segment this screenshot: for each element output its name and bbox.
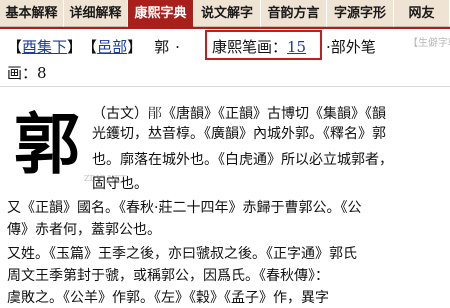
bracket-close-2: 】 bbox=[127, 38, 143, 56]
tab-etymology[interactable]: 字源字形 bbox=[327, 0, 394, 27]
bu-wai-label: 部外笔 bbox=[330, 38, 376, 56]
entry-line: 傳》赤者何，蓋郭公也。 bbox=[7, 222, 161, 238]
entry-line: 虞敗之。《公羊》作郭。《左》《穀》《孟子》作，異字 bbox=[7, 290, 329, 306]
watermark-top: 【生僻字转 bbox=[408, 38, 450, 49]
entry-line: 也。廓落在城外也。《白虎通》所以必立城郭者， bbox=[92, 152, 393, 168]
tab-basic[interactable]: 基本解释 bbox=[0, 0, 64, 27]
tab-phonology[interactable]: 音韵方言 bbox=[261, 0, 327, 27]
entry-line: 周文王季第封于虢，或稱郭公，因爲氏。《春秋傳》： bbox=[7, 268, 329, 284]
kangxi-strokes: 康熙笔画：15 bbox=[212, 36, 306, 57]
tab-bar: 基本解释 详细解释 康熙字典 说文解字 音韵方言 字源字形 网友 bbox=[0, 0, 450, 27]
entry-line: 又姓。《玉篇》王季之後，亦曰虢叔之後。《正字通》郭氏 bbox=[7, 246, 357, 262]
entry-line: （古文）𨛡《唐韻》《正韻》古博切《集韻》《韻 bbox=[92, 106, 386, 122]
bracket-close: 】 bbox=[67, 38, 83, 56]
entry-line: 光鑊切，𠀤音椁。《廣韻》內城外郭。《釋名》郭 bbox=[92, 126, 386, 142]
tab-shuowen[interactable]: 说文解字 bbox=[194, 0, 261, 27]
ji-link[interactable]: 酉集下 bbox=[22, 36, 67, 57]
entry-line: 固守也。 bbox=[92, 176, 148, 192]
entry-header-line: 【酉集下】【邑部】郭 · bbox=[7, 36, 180, 60]
separator: · bbox=[175, 37, 180, 56]
header-char: 郭 bbox=[154, 38, 170, 56]
bracket-open: 【 bbox=[7, 38, 23, 56]
tab-netizen[interactable]: 网友 bbox=[394, 0, 450, 27]
kangxi-strokes-label: 康熙笔画： bbox=[212, 38, 288, 56]
kangxi-strokes-value[interactable]: 15 bbox=[287, 38, 306, 56]
tab-underline bbox=[0, 27, 450, 29]
bracket-open-2: 【 bbox=[82, 38, 98, 56]
bu-wai-strokes: ·部外笔 bbox=[326, 36, 376, 57]
bu-wai-strokes-value: 画：8 bbox=[7, 64, 47, 82]
bu-link[interactable]: 邑部 bbox=[97, 36, 127, 57]
big-character: 郭 bbox=[14, 105, 80, 183]
tab-detailed[interactable]: 详细解释 bbox=[64, 0, 128, 27]
tab-kangxi[interactable]: 康熙字典 bbox=[128, 0, 194, 27]
divider bbox=[0, 86, 450, 87]
entry-line: 又《正韻》國名。《春秋·莊二十四年》赤歸于曹郭公。《公 bbox=[7, 200, 362, 216]
